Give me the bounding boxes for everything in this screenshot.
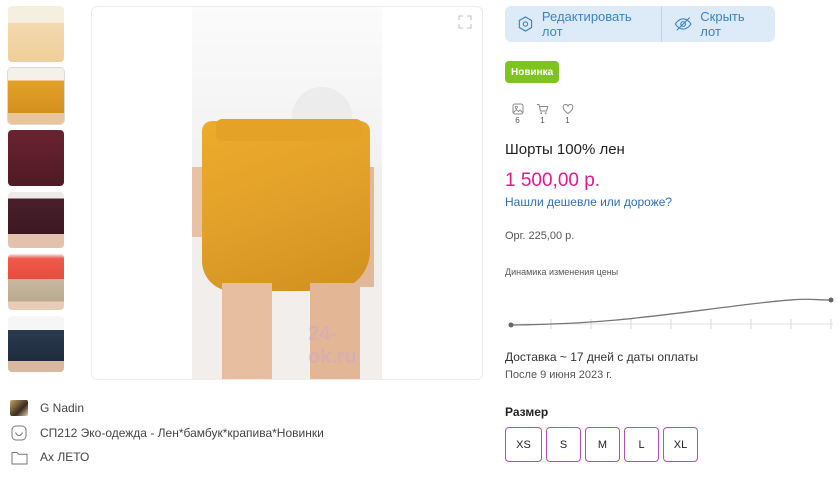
price-dynamics-label: Динамика изменения цены <box>505 267 619 277</box>
price-point-start <box>508 322 514 328</box>
hide-lot-button[interactable]: Скрыть лот <box>662 6 775 42</box>
stat-photos-count: 6 <box>515 116 520 125</box>
folder-icon <box>11 451 27 464</box>
thumbnail-6[interactable] <box>8 316 64 372</box>
stat-photos: 6 <box>505 103 530 125</box>
photo-icon <box>512 103 523 115</box>
thumbnail-1[interactable] <box>8 6 64 62</box>
thumbnail-list <box>7 6 66 378</box>
purchase-row[interactable]: СП212 Эко-одежда - Лен*бамбук*крапива*Но… <box>10 424 324 442</box>
delivery-info: Доставка ~ 17 дней с даты оплаты <box>505 350 699 364</box>
cart-icon <box>537 104 549 115</box>
thumbnail-5[interactable] <box>8 254 64 310</box>
lot-actions: Редактировать лот Скрыть лот <box>505 6 775 42</box>
price-point-end <box>828 297 834 303</box>
size-label: Размер <box>505 405 549 419</box>
main-image-frame[interactable]: 24-ok.ru <box>91 6 483 380</box>
lot-stats: 6 1 1 <box>505 103 580 125</box>
size-selector: XS S M L XL <box>505 427 702 462</box>
size-option-m[interactable]: M <box>585 427 620 462</box>
seller-name[interactable]: G Nadin <box>40 401 84 415</box>
size-option-xs[interactable]: XS <box>505 427 542 462</box>
heart-icon <box>562 103 573 115</box>
thumbnail-3[interactable] <box>8 130 64 186</box>
expand-icon[interactable] <box>458 15 472 29</box>
hide-lot-label: Скрыть лот <box>700 9 745 39</box>
size-option-s[interactable]: S <box>546 427 581 462</box>
purchase-icon <box>11 425 27 441</box>
stat-favorites-count: 1 <box>565 116 570 125</box>
size-option-xl[interactable]: XL <box>663 427 698 462</box>
thumbnail-2[interactable] <box>7 67 65 125</box>
product-title: Шорты 100% лен <box>505 141 625 158</box>
edit-lot-button[interactable]: Редактировать лот <box>505 6 662 42</box>
delivery-after: После 9 июня 2023 г. <box>505 369 613 381</box>
price-dynamics-chart <box>508 297 834 329</box>
thumbnail-4[interactable] <box>8 192 64 248</box>
product-photo: 24-ok.ru <box>192 7 382 379</box>
stat-cart: 1 <box>530 103 555 125</box>
seller-row[interactable]: G Nadin <box>10 399 84 417</box>
found-cheaper-link[interactable]: Нашли дешевле или дороже? <box>505 195 672 209</box>
size-option-l[interactable]: L <box>624 427 659 462</box>
category-name[interactable]: Ах ЛЕТО <box>40 450 89 464</box>
watermark: 24-ok.ru <box>308 323 357 368</box>
purchase-name[interactable]: СП212 Эко-одежда - Лен*бамбук*крапива*Но… <box>40 426 324 440</box>
eye-off-icon <box>674 17 692 31</box>
avatar <box>10 400 28 416</box>
hexagon-icon <box>518 16 533 32</box>
stat-favorites: 1 <box>555 103 580 125</box>
edit-lot-label: Редактировать лот <box>541 9 632 39</box>
category-row[interactable]: Ах ЛЕТО <box>10 448 89 466</box>
product-price: 1 500,00 р. <box>505 170 601 191</box>
new-badge: Новинка <box>505 61 560 83</box>
stat-cart-count: 1 <box>540 116 545 125</box>
organizer-fee: Орг. 225,00 р. <box>505 230 575 242</box>
